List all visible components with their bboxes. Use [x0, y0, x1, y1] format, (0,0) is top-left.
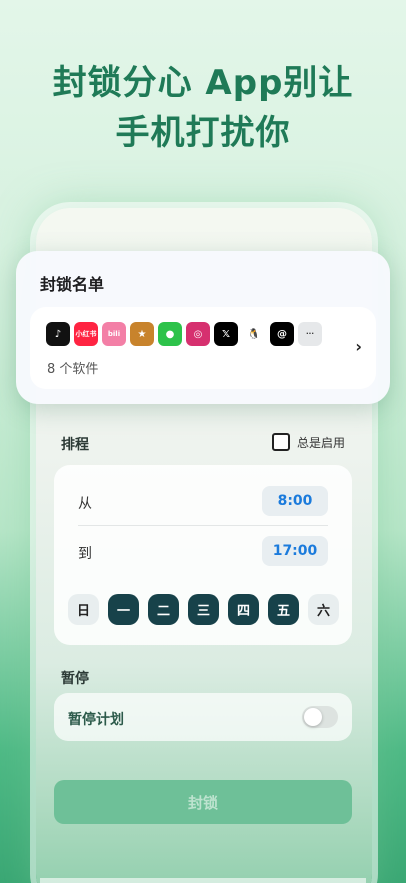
block-list-apps-button[interactable]: ♪ 小红书 bili ★ ● ◎ 𝕏 🐧 @ ··· 8 个软件 ›: [30, 307, 376, 389]
xiaohongshu-icon: 小红书: [74, 322, 98, 346]
day-toggle[interactable]: 二: [148, 594, 179, 625]
from-label: 从: [78, 496, 92, 512]
schedule-card: 从 8:00 到 17:00 日一二三四五六: [54, 465, 352, 645]
block-list-card: 封锁名单 ♪ 小红书 bili ★ ● ◎ 𝕏 🐧 @ ··· 8 个软件 ›: [16, 251, 390, 404]
day-toggle[interactable]: 三: [188, 594, 219, 625]
block-button[interactable]: 封锁: [54, 780, 352, 824]
game-icon: ★: [130, 322, 154, 346]
to-label: 到: [78, 546, 92, 562]
qq-icon: 🐧: [242, 322, 266, 346]
day-toggle[interactable]: 六: [308, 594, 339, 625]
apps-count-label: 8 个软件: [47, 362, 99, 377]
schedule-title: 排程: [61, 437, 89, 453]
wechat-icon: ●: [158, 322, 182, 346]
pause-plan-row: 暂停计划: [54, 693, 352, 741]
more-icon: ···: [298, 322, 322, 346]
pause-plan-toggle[interactable]: [302, 706, 338, 728]
divider: [78, 525, 328, 526]
weekday-selector: 日一二三四五六: [68, 594, 339, 625]
always-enabled-checkbox[interactable]: 总是启用: [272, 433, 345, 451]
checkbox-icon: [272, 433, 290, 451]
day-toggle[interactable]: 日: [68, 594, 99, 625]
toggle-knob: [304, 708, 322, 726]
bilibili-icon: bili: [102, 322, 126, 346]
pause-title: 暂停: [61, 671, 89, 687]
x-icon: 𝕏: [214, 322, 238, 346]
threads-icon: @: [270, 322, 294, 346]
home-indicator: [40, 878, 366, 883]
day-toggle[interactable]: 五: [268, 594, 299, 625]
instagram-icon: ◎: [186, 322, 210, 346]
headline-line-2: 手机打扰你: [115, 113, 291, 153]
day-toggle[interactable]: 四: [228, 594, 259, 625]
always-enabled-label: 总是启用: [297, 435, 346, 450]
to-time-picker[interactable]: 17:00: [262, 536, 328, 566]
block-list-title: 封锁名单: [40, 275, 105, 294]
headline-line-1: 封锁分心 App别让: [52, 63, 354, 103]
day-toggle[interactable]: 一: [108, 594, 139, 625]
tiktok-icon: ♪: [46, 322, 70, 346]
chevron-right-icon: ›: [355, 337, 362, 356]
pause-plan-label: 暂停计划: [68, 712, 124, 728]
from-time-picker[interactable]: 8:00: [262, 486, 328, 516]
headline: 封锁分心 App别让 手机打扰你: [0, 58, 406, 158]
app-icon-row: ♪ 小红书 bili ★ ● ◎ 𝕏 🐧 @ ···: [46, 322, 322, 346]
